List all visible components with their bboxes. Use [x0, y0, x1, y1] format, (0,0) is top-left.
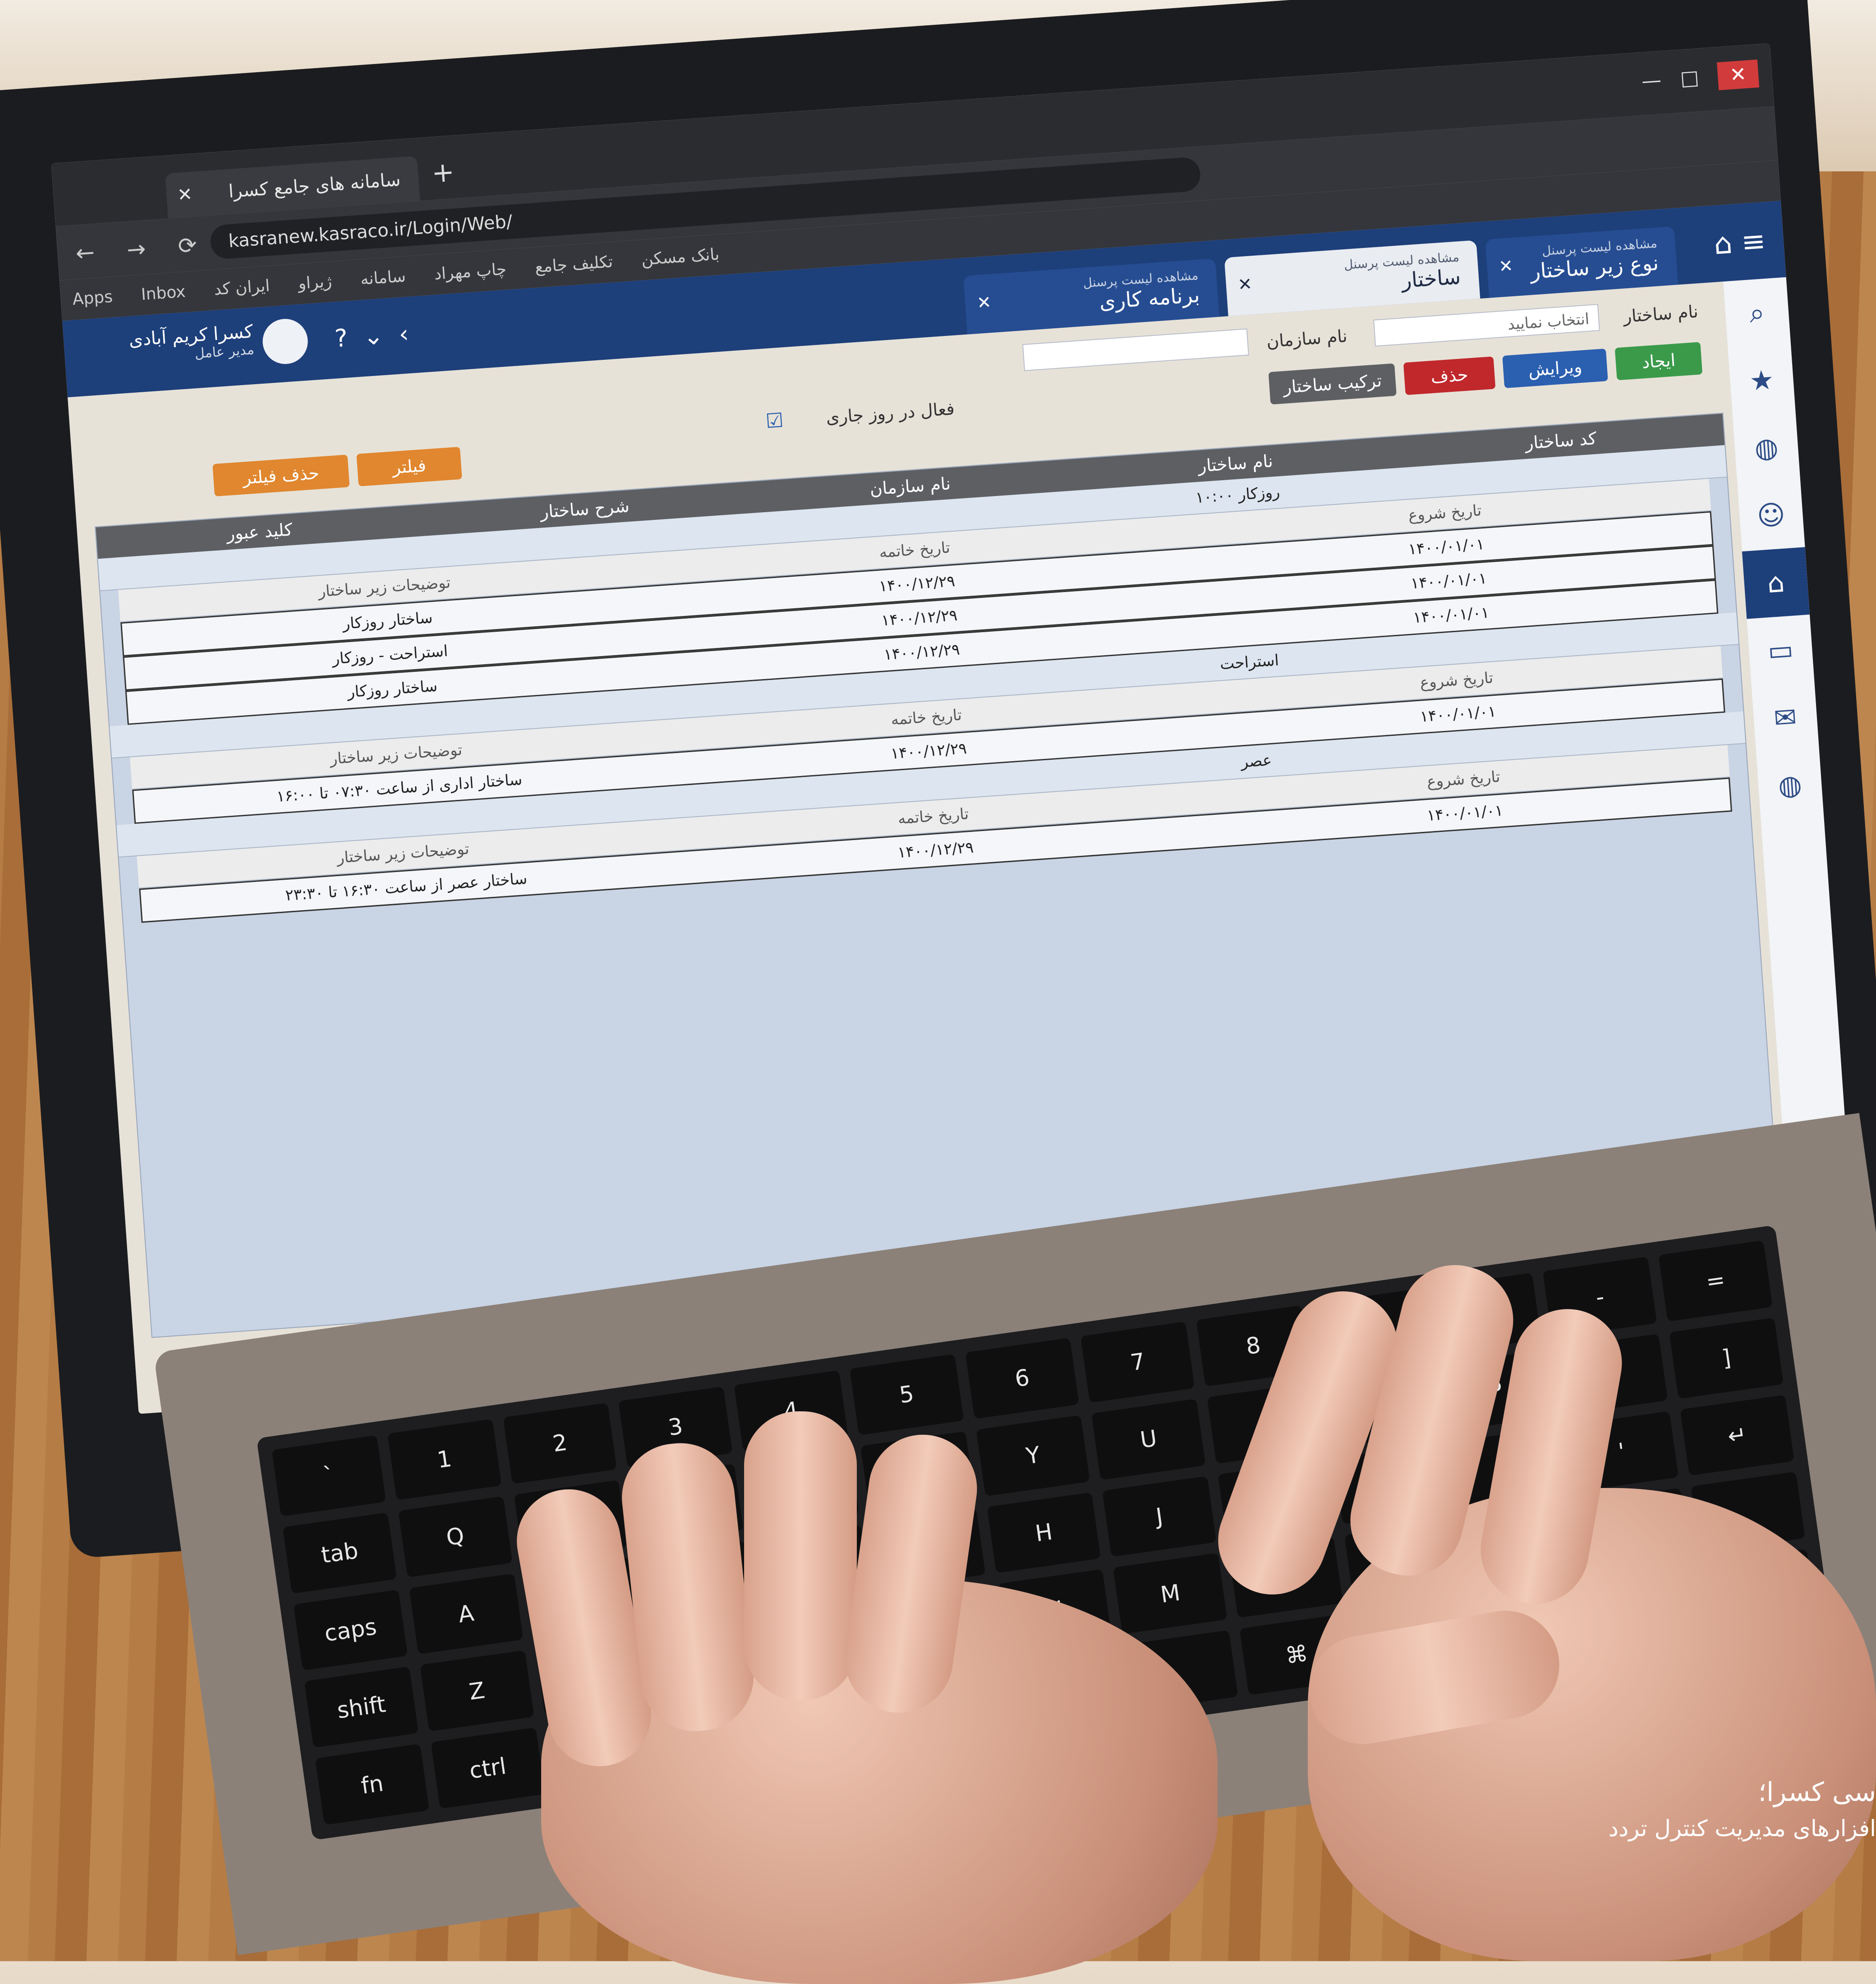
- nav-arrows-icon[interactable]: ← → ⟳: [75, 231, 211, 266]
- key: 2: [503, 1402, 617, 1484]
- window-controls: — □ ✕: [1641, 60, 1760, 96]
- key: A: [409, 1573, 524, 1655]
- key: shift: [304, 1667, 418, 1748]
- clear-filter-button[interactable]: حذف فیلتر: [212, 455, 350, 496]
- bookmark-item[interactable]: سامانه: [360, 267, 406, 289]
- bookmark-item[interactable]: Inbox: [141, 282, 186, 304]
- edit-button[interactable]: ویرایش: [1502, 349, 1608, 388]
- key: caps: [293, 1589, 408, 1671]
- minimize-icon[interactable]: —: [1641, 69, 1662, 93]
- key: tab: [282, 1512, 397, 1594]
- active-only-checkbox[interactable]: ☑: [765, 409, 784, 433]
- bookmark-item[interactable]: Apps: [72, 288, 113, 309]
- bookmark-item[interactable]: بانک مسکن: [641, 245, 720, 269]
- bookmark-item[interactable]: چاپ مهراد: [434, 260, 507, 284]
- caption: سی کسرا؛ افزارهای مدیریت کنترل تردد: [1609, 1777, 1876, 1842]
- globe-icon[interactable]: ◍: [1756, 749, 1824, 821]
- globe-icon[interactable]: ◍: [1733, 412, 1800, 484]
- caption-line-2: افزارهای مدیریت کنترل تردد: [1608, 1815, 1876, 1842]
- bookmark-item[interactable]: تکلیف جامع: [534, 253, 614, 276]
- structure-select[interactable]: انتخاب نمایید: [1373, 303, 1600, 347]
- org-label: نام سازمان: [1265, 326, 1348, 352]
- key: ↵: [1680, 1394, 1794, 1476]
- structure-setup-button[interactable]: ترکیب ساختار: [1268, 363, 1397, 405]
- window-close-icon[interactable]: ✕: [1717, 60, 1760, 91]
- key: `: [271, 1435, 386, 1516]
- left-finger: [744, 1411, 857, 1700]
- bookmark-item[interactable]: ژیراو: [298, 272, 332, 293]
- avatar[interactable]: [261, 317, 309, 366]
- search-icon[interactable]: ⌕: [1723, 277, 1791, 349]
- key: H: [987, 1492, 1101, 1574]
- mail-icon[interactable]: ✉: [1752, 682, 1819, 754]
- key: J: [1102, 1476, 1217, 1557]
- key: Z: [419, 1650, 534, 1732]
- maximize-icon[interactable]: □: [1679, 66, 1700, 90]
- tower-icon[interactable]: ⌂: [1742, 547, 1810, 619]
- key: Y: [976, 1415, 1090, 1496]
- user-info: کسرا کریم آبادی مدیر عامل: [90, 321, 255, 369]
- star-icon[interactable]: ★: [1728, 344, 1795, 416]
- key: 7: [1081, 1321, 1195, 1403]
- key: Q: [398, 1496, 513, 1578]
- browser-tab-title: سامانه های جامع کسرا: [228, 169, 401, 202]
- key: 5: [849, 1354, 964, 1435]
- caption-line-1: سی کسرا؛: [1758, 1777, 1876, 1807]
- key: M: [1113, 1553, 1228, 1635]
- key: U: [1091, 1398, 1206, 1480]
- close-tab-icon[interactable]: ✕: [176, 172, 194, 218]
- inbox-icon[interactable]: ▭: [1747, 615, 1814, 686]
- help-icon[interactable]: ? ⌄ ‹: [334, 319, 409, 353]
- key: 6: [965, 1337, 1080, 1419]
- tab-label: ساختار: [1401, 264, 1462, 293]
- close-icon[interactable]: ✕: [1237, 274, 1253, 294]
- new-tab-icon[interactable]: +: [431, 156, 455, 189]
- key: 1: [387, 1419, 501, 1500]
- close-icon[interactable]: ✕: [976, 292, 992, 313]
- key: =: [1658, 1240, 1773, 1322]
- org-input[interactable]: [1022, 328, 1249, 372]
- bookmark-item[interactable]: ایران کد: [213, 276, 270, 299]
- filter-button[interactable]: فیلتر: [356, 446, 462, 487]
- active-only-label: فعال در روز جاری: [825, 399, 956, 427]
- structure-label: نام ساختار: [1623, 301, 1699, 327]
- key: ]: [1669, 1317, 1784, 1399]
- delete-button[interactable]: حذف: [1403, 356, 1496, 395]
- key: ctrl: [430, 1727, 545, 1809]
- home-icon[interactable]: ⌂ ≡: [1713, 225, 1766, 262]
- close-icon[interactable]: ✕: [1498, 256, 1514, 276]
- user-icon[interactable]: ☺: [1737, 480, 1805, 551]
- key: fn: [315, 1744, 429, 1825]
- create-button[interactable]: ایجاد: [1614, 342, 1703, 381]
